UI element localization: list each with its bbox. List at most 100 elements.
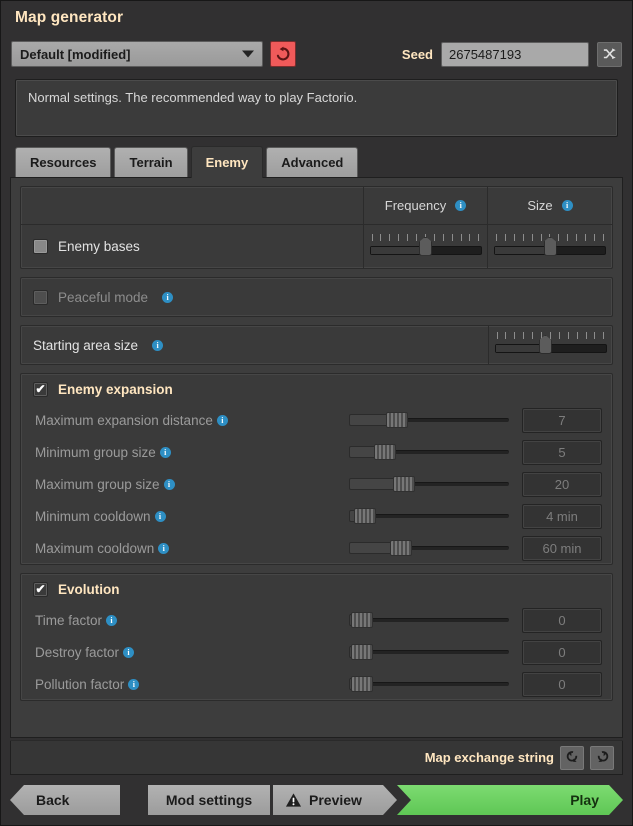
expansion-setting-value-field[interactable]: 7 (522, 407, 602, 433)
expansion-setting-slider[interactable] (349, 537, 509, 559)
slider-knob[interactable] (374, 444, 397, 460)
expansion-setting-label: Maximum cooldown (35, 540, 155, 556)
expansion-setting-info-icon[interactable]: i (154, 510, 166, 522)
evolution-setting-value-field[interactable]: 0 (522, 607, 602, 633)
slider-fill (495, 345, 543, 352)
slider-knob[interactable] (351, 676, 374, 692)
evolution-setting-info-icon[interactable]: i (123, 646, 135, 658)
peaceful-mode-checkbox[interactable]: ✔ (33, 289, 48, 305)
evolution-setting-info-icon[interactable]: i (106, 614, 118, 626)
expansion-setting-slider-wrap (349, 441, 509, 463)
expansion-setting-slider[interactable] (349, 409, 509, 431)
expansion-setting-label: Maximum group size (35, 476, 160, 492)
preset-description: Normal settings. The recommended way to … (15, 79, 618, 137)
evolution-setting-value-field[interactable]: 0 (522, 671, 602, 697)
evolution-setting-slider[interactable] (349, 673, 509, 695)
mod-settings-button[interactable]: Mod settings (148, 785, 270, 815)
expansion-setting-slider-wrap (349, 505, 509, 527)
enemy-expansion-checkbox[interactable]: ✔ (33, 381, 48, 397)
preview-button[interactable]: Preview (273, 785, 397, 815)
seed-input[interactable] (441, 41, 589, 67)
expansion-setting-info-icon[interactable]: i (163, 478, 175, 490)
expansion-setting-value-field[interactable]: 20 (522, 471, 602, 497)
play-button[interactable]: Play (397, 785, 623, 815)
expansion-setting-info-icon[interactable]: i (216, 414, 228, 426)
expansion-setting-value-field[interactable]: 60 min (522, 535, 602, 561)
slider-knob[interactable] (385, 412, 408, 428)
slider-knob[interactable] (392, 476, 415, 492)
tab-enemy[interactable]: Enemy (190, 146, 264, 178)
evolution-group: ✔ Evolution Time factor i 0 Destroy factor i… (20, 573, 613, 701)
evolution-setting-slider[interactable] (349, 609, 509, 631)
enemy-expansion-title-row: ✔ Enemy expansion (21, 374, 612, 404)
header-spacer (21, 187, 364, 224)
shuffle-seed-button[interactable] (597, 41, 622, 67)
slider-knob[interactable] (351, 644, 374, 660)
peaceful-mode-row: ✔ Peaceful mode i (21, 278, 612, 316)
tab-resources[interactable]: Resources (15, 147, 112, 177)
column-header-frequency: Frequency i (364, 187, 488, 224)
expansion-setting-slider-wrap (349, 537, 509, 559)
evolution-setting-label: Destroy factor (35, 644, 120, 660)
map-exchange-export-button[interactable] (590, 745, 614, 770)
seed-group: Seed (402, 41, 622, 67)
evolution-setting-slider[interactable] (349, 641, 509, 663)
starting-area-info-icon[interactable]: i (152, 339, 164, 351)
expansion-setting-slider-wrap (349, 409, 509, 431)
back-button[interactable]: Back (10, 785, 120, 815)
tab-advanced[interactable]: Advanced (266, 147, 359, 177)
enemy-bases-label: Enemy bases (58, 239, 140, 254)
enemy-bases-checkbox[interactable]: ✔ (33, 239, 48, 254)
expansion-setting-value-field[interactable]: 5 (522, 439, 602, 465)
preset-dropdown[interactable]: Default [modified] (11, 41, 263, 67)
map-exchange-bar: Map exchange string (10, 741, 623, 775)
enemy-bases-size-slider[interactable] (494, 233, 606, 260)
tab-resources-label: Resources (30, 155, 97, 170)
column-header-size: Size i (488, 187, 612, 224)
peaceful-mode-info-icon[interactable]: i (162, 291, 174, 303)
tab-advanced-label: Advanced (281, 155, 344, 170)
size-info-icon[interactable]: i (561, 200, 573, 211)
expansion-setting-info-icon[interactable]: i (159, 446, 171, 458)
slider-knob[interactable] (351, 612, 374, 628)
expansion-setting-slider[interactable] (349, 473, 509, 495)
footer-button-bar: Back Mod settings Preview Play (1, 775, 632, 825)
enemy-bases-header-row: Frequency i Size i (21, 187, 612, 225)
frequency-info-icon[interactable]: i (455, 200, 467, 211)
expansion-setting-info-icon[interactable]: i (158, 542, 170, 554)
evolution-title: Evolution (58, 581, 120, 597)
evolution-setting-row: Destroy factor i 0 (21, 636, 612, 668)
enemy-settings-panel: Frequency i Size i ✔ Enemy bases (10, 177, 623, 738)
reset-preset-button[interactable] (270, 41, 296, 67)
reset-arrow-icon (276, 46, 290, 61)
evolution-setting-slider-wrap (349, 641, 509, 663)
slider-knob[interactable] (390, 540, 413, 556)
evolution-setting-value-field[interactable]: 0 (522, 639, 602, 665)
expansion-setting-label: Maximum expansion distance (35, 412, 213, 428)
expansion-setting-row: Minimum group size i 5 (21, 436, 612, 468)
enemy-bases-frequency-cell (364, 225, 488, 268)
preset-seed-row: Default [modified] Seed (1, 35, 632, 73)
starting-area-slider-cell (488, 326, 612, 364)
mod-settings-button-label: Mod settings (165, 792, 253, 808)
expansion-setting-slider[interactable] (349, 441, 509, 463)
chevron-down-icon (242, 50, 254, 58)
tab-terrain[interactable]: Terrain (114, 147, 188, 177)
preset-dropdown-value: Default [modified] (20, 46, 131, 62)
slider-knob[interactable] (354, 508, 377, 524)
warning-triangle-icon (285, 792, 302, 809)
slider-fill (495, 246, 547, 254)
expansion-setting-row: Maximum cooldown i 60 min (21, 532, 612, 564)
evolution-setting-label: Time factor (35, 612, 103, 628)
evolution-checkbox[interactable]: ✔ (33, 581, 48, 597)
starting-area-slider[interactable] (494, 332, 607, 358)
evolution-setting-row: Time factor i 0 (21, 604, 612, 636)
map-exchange-import-button[interactable] (560, 745, 584, 770)
expansion-setting-slider[interactable] (349, 505, 509, 527)
expansion-setting-value-field[interactable]: 4 min (522, 503, 602, 529)
enemy-bases-frequency-slider[interactable] (369, 233, 482, 260)
back-button-label: Back (36, 792, 70, 808)
evolution-setting-info-icon[interactable]: i (128, 678, 140, 690)
evolution-setting-slider-wrap (349, 673, 509, 695)
expansion-setting-row: Minimum cooldown i 4 min (21, 500, 612, 532)
